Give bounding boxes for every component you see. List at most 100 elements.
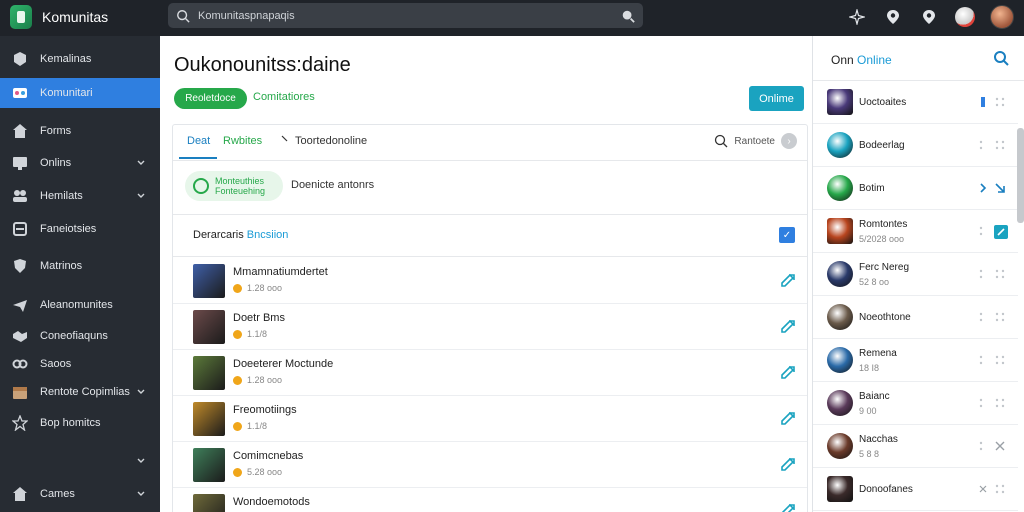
sidebar-item-14[interactable]: Cames — [0, 479, 160, 509]
sidebar-item-5[interactable]: Hemilats — [0, 181, 160, 211]
panel-scrollbar[interactable] — [1017, 128, 1024, 223]
status-icon[interactable] — [978, 225, 988, 237]
profile-avatar[interactable] — [990, 5, 1014, 29]
brand[interactable]: Komunitas — [10, 5, 108, 29]
house-icon — [12, 123, 28, 139]
sidebar-item-label: Hemilats — [40, 190, 83, 202]
sidebar-item-12[interactable]: Bop homitcs — [0, 408, 160, 438]
online-user-item[interactable]: Noeothtone — [813, 296, 1018, 339]
online-user-item[interactable]: Ferc Nereg 52 8 oo — [813, 253, 1018, 296]
edit-icon[interactable] — [779, 456, 797, 474]
panel-title-prefix: Onn — [831, 53, 854, 67]
sidebar-item-4[interactable]: Onlins — [0, 148, 160, 178]
search-submit-icon[interactable] — [621, 9, 635, 23]
sidebar-item-13[interactable] — [0, 446, 160, 476]
pill-line-2: Fonteuehing — [215, 186, 266, 196]
filter-search-icon[interactable] — [714, 134, 728, 148]
edit-icon[interactable] — [779, 364, 797, 382]
notification-icon[interactable] — [918, 6, 940, 28]
drag-handle-icon[interactable] — [994, 354, 1006, 366]
tab-toortedonoline[interactable]: Toortedonoline — [295, 135, 367, 147]
list-item[interactable]: Freomotiings 1.1/8 — [173, 396, 807, 442]
main-content: Oukonounitss:daine Reoletdoce Comitatior… — [160, 36, 812, 512]
sidebar-item-6[interactable]: Faneiotsies — [0, 214, 160, 244]
list-item[interactable]: Wondoemotods — [173, 488, 807, 512]
edit-icon[interactable] — [779, 272, 797, 290]
sparkle-icon[interactable] — [846, 6, 868, 28]
user-menu-icon[interactable] — [954, 6, 976, 28]
online-user-item[interactable]: Remena 18 I8 — [813, 339, 1018, 382]
edit-icon[interactable] — [779, 410, 797, 428]
create-button[interactable]: Reoletdoce — [174, 88, 247, 109]
list-item[interactable]: Mmamnatiumdertet 1.28 ooo — [173, 258, 807, 304]
status-icon[interactable] — [978, 440, 988, 452]
location-icon[interactable] — [882, 6, 904, 28]
close-icon[interactable] — [994, 440, 1006, 452]
edit-icon[interactable] — [779, 318, 797, 336]
search-input[interactable]: Komunitaspnapaqis — [198, 10, 621, 22]
online-button[interactable]: Onlime — [749, 86, 804, 111]
chevron-down-icon[interactable] — [136, 189, 146, 203]
sidebar-item-3[interactable]: Forms — [0, 116, 160, 146]
online-user-item[interactable]: Romtontes 5/2028 ooo — [813, 210, 1018, 253]
online-user-item[interactable]: Bodeerlag — [813, 124, 1018, 167]
panel-search-icon[interactable] — [993, 50, 1009, 66]
chevron-down-icon[interactable] — [136, 385, 146, 399]
home-icon — [12, 486, 28, 502]
sidebar: Kemalinas Komunitari Forms Onlins Hemilats Fa… — [0, 36, 167, 512]
chevron-down-icon[interactable] — [136, 454, 146, 468]
sidebar-item-9[interactable]: Coneofiaquns — [0, 321, 160, 351]
status-icon[interactable] — [978, 397, 988, 409]
sidebar-item-1[interactable]: Kemalinas — [0, 44, 160, 74]
sidebar-item-10[interactable]: Saoos — [0, 349, 160, 379]
content-card: Deat Rwbites Toortedonoline Rantoete › M… — [172, 124, 808, 512]
open-icon[interactable] — [994, 225, 1008, 239]
edit-icon[interactable] — [779, 502, 797, 512]
chevron-down-icon[interactable] — [136, 487, 146, 501]
status-icon[interactable] — [978, 268, 988, 280]
sidebar-item-label: Bop homitcs — [40, 417, 101, 429]
drag-handle-icon[interactable] — [994, 483, 1006, 495]
tab-deat[interactable]: Deat — [187, 135, 210, 147]
list-item[interactable]: Comimcnebas 5.28 ooo — [173, 442, 807, 488]
list-item[interactable]: Doetr Bms 1.1/8 — [173, 304, 807, 350]
item-meta: 5.28 ooo — [233, 467, 282, 477]
secondary-link[interactable]: Comitatiores — [253, 91, 315, 103]
list-item[interactable]: Doeeterer Moctunde 1.28 ooo — [173, 350, 807, 396]
drag-handle-icon[interactable] — [994, 311, 1006, 323]
item-subtitle: 5.28 ooo — [247, 467, 283, 477]
sidebar-item-2[interactable]: Komunitari — [0, 78, 167, 108]
select-all-checkbox[interactable]: ✓ — [779, 227, 795, 243]
status-icon[interactable] — [978, 354, 988, 366]
sidebar-item-11[interactable]: Rentote Copimlias — [0, 377, 160, 407]
list-header-accent[interactable]: Bncsiion — [247, 229, 289, 241]
sidebar-item-8[interactable]: Aleanomunites — [0, 290, 160, 320]
sidebar-item-label: Onlins — [40, 157, 72, 169]
status-icon[interactable] — [978, 182, 988, 194]
drag-handle-icon[interactable] — [994, 268, 1006, 280]
filter-pill[interactable]: Monteuthies Fonteuehing — [185, 171, 283, 201]
chevron-down-icon[interactable] — [136, 156, 146, 170]
status-icon[interactable] — [978, 96, 988, 108]
user-meta: 9 00 — [859, 406, 877, 416]
arrow-icon[interactable] — [994, 182, 1006, 194]
online-user-item[interactable]: Donoofanes — [813, 468, 1018, 511]
online-panel-title: Onn Online — [831, 53, 892, 67]
status-icon[interactable] — [978, 311, 988, 323]
user-meta: 52 8 oo — [859, 277, 890, 287]
status-icon[interactable] — [978, 139, 988, 151]
app-name: Komunitas — [42, 9, 109, 25]
online-user-item[interactable]: Botim — [813, 167, 1018, 210]
status-icon[interactable] — [978, 483, 988, 495]
online-user-item[interactable]: Uoctoaites — [813, 81, 1018, 124]
online-user-item[interactable]: Nacchas 5 8 8 — [813, 425, 1018, 468]
drag-handle-icon[interactable] — [994, 397, 1006, 409]
online-user-item[interactable]: Baianc 9 00 — [813, 382, 1018, 425]
drag-handle-icon[interactable] — [994, 139, 1006, 151]
item-title: Doetr Bms — [233, 312, 285, 324]
drag-handle-icon[interactable] — [994, 96, 1006, 108]
sidebar-item-7[interactable]: Matrinos — [0, 251, 160, 281]
tab-rwbites[interactable]: Rwbites — [223, 135, 262, 147]
clear-icon[interactable]: › — [781, 133, 797, 149]
search-bar[interactable]: Komunitaspnapaqis — [168, 3, 643, 28]
